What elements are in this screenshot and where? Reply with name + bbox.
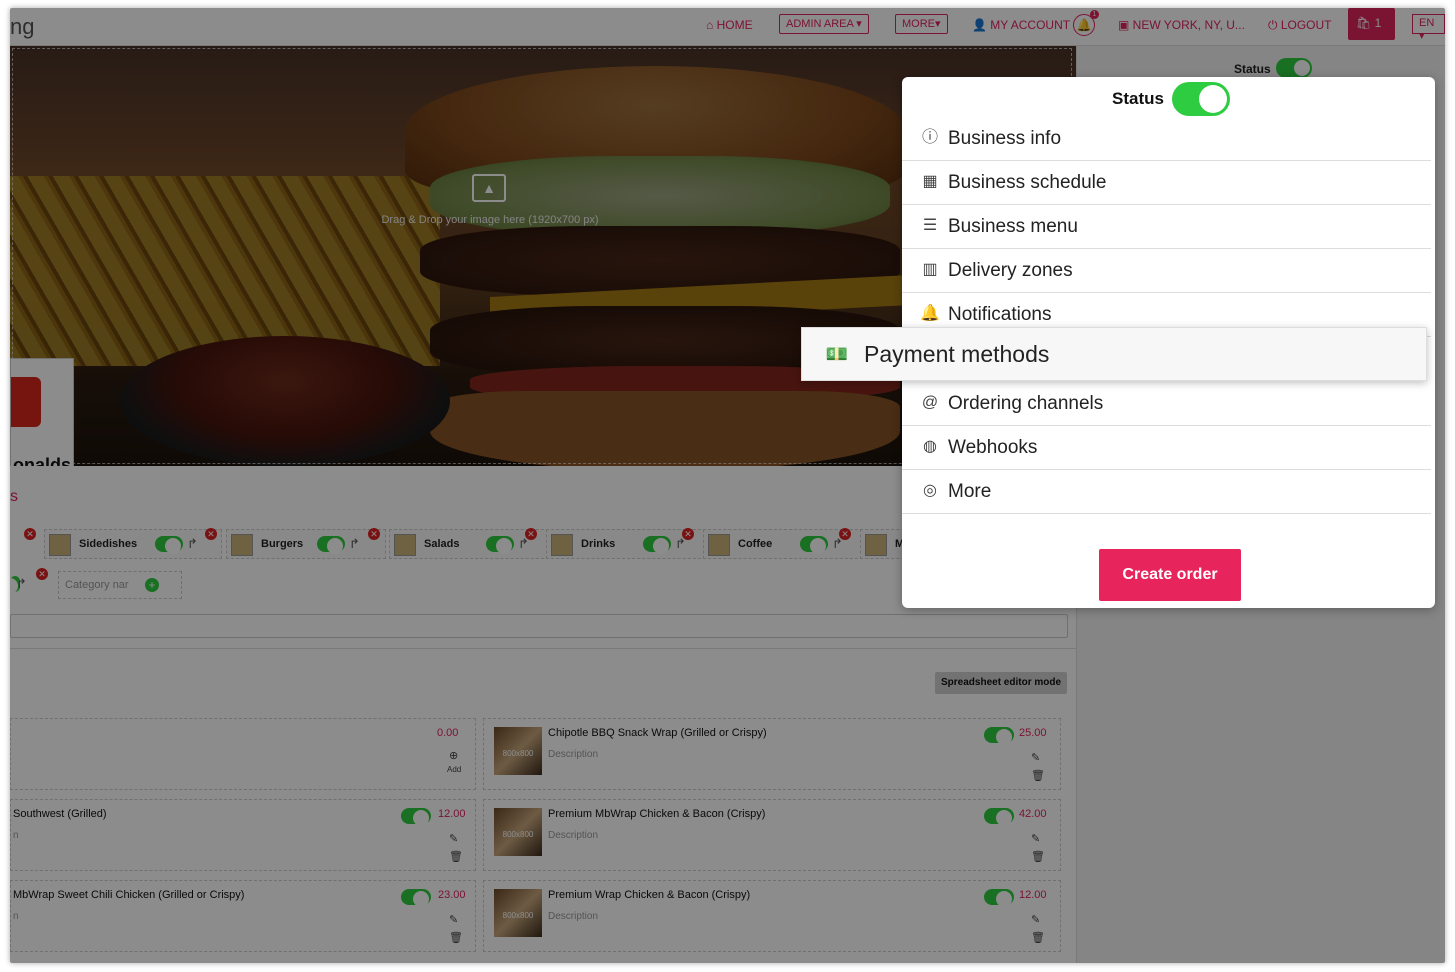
menu-item-webhooks[interactable]: ◍ Webhooks xyxy=(902,426,1431,470)
app-window: ng ⌂ HOME ADMIN AREA ▾ MORE▾ 👤 MY ACCOUN… xyxy=(10,8,1445,963)
menu-item-business-info[interactable]: ⓘ Business info xyxy=(902,117,1431,161)
menu-item-label: Business schedule xyxy=(948,172,1107,193)
menu-item-label: Business info xyxy=(948,128,1062,149)
target-icon: ◎ xyxy=(923,482,937,499)
menu-item-payment-methods[interactable]: 💵 Payment methods xyxy=(801,327,1427,381)
popup-status-label: Status xyxy=(1112,89,1164,108)
menu-item-label: Payment methods xyxy=(864,341,1050,367)
menu-item-label: Webhooks xyxy=(948,437,1038,458)
menu-item-label: More xyxy=(948,481,992,502)
at-icon: @ xyxy=(921,394,939,411)
menu-item-label: Delivery zones xyxy=(948,260,1073,281)
menu-item-business-schedule[interactable]: ▦ Business schedule xyxy=(902,161,1431,205)
info-icon: ⓘ xyxy=(921,129,938,146)
map-icon: ▥ xyxy=(922,261,938,278)
business-menu-popup: Status ⓘ Business info ▦ Business schedu… xyxy=(801,77,1435,608)
menu-item-label: Business menu xyxy=(948,216,1078,237)
money-icon: 💵 xyxy=(825,344,849,364)
business-status-toggle[interactable] xyxy=(1172,82,1230,116)
menu-item-delivery-zones[interactable]: ▥ Delivery zones xyxy=(902,249,1431,293)
globe-icon: ◍ xyxy=(923,438,937,455)
menu-item-label: Notifications xyxy=(948,304,1052,325)
menu-item-business-menu[interactable]: ☰ Business menu xyxy=(902,205,1431,249)
list-icon: ☰ xyxy=(922,217,938,234)
bell-icon: 🔔 xyxy=(920,305,940,322)
calendar-icon: ▦ xyxy=(922,173,938,190)
create-order-button[interactable]: Create order xyxy=(1099,549,1241,601)
menu-item-label: Ordering channels xyxy=(948,393,1104,414)
menu-item-ordering-channels[interactable]: @ Ordering channels xyxy=(902,382,1431,426)
menu-item-more[interactable]: ◎ More xyxy=(902,470,1431,514)
